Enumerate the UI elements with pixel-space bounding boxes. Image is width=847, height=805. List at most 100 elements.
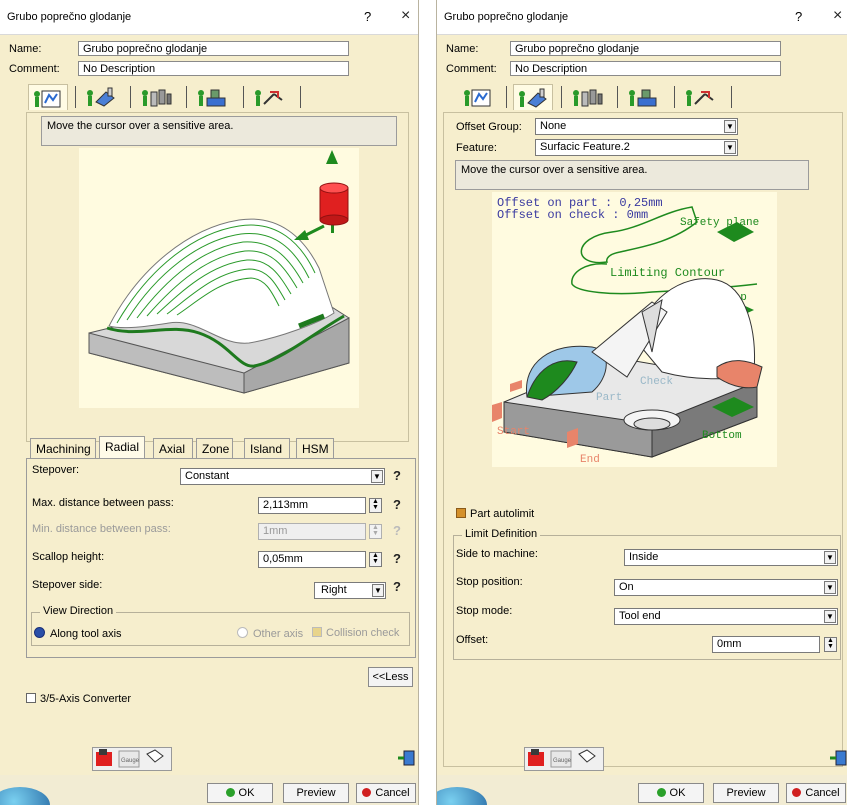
ok-icon xyxy=(225,788,235,797)
export-icon[interactable] xyxy=(830,749,847,767)
name-field[interactable]: Grubo poprečno glodanje xyxy=(78,41,349,56)
scallop-height-help-icon[interactable]: ? xyxy=(393,551,401,566)
offset-on-check-text: Offset on check : 0mm xyxy=(497,208,648,222)
feature-label: Feature: xyxy=(456,142,497,154)
chevron-down-icon[interactable]: ▼ xyxy=(371,470,383,483)
stepover-side-select[interactable]: Right ▼ xyxy=(314,582,386,599)
preview-button[interactable]: Preview xyxy=(713,783,779,803)
tab-island[interactable]: Island xyxy=(244,438,290,458)
tab-radial[interactable]: Radial xyxy=(99,436,145,458)
export-icon[interactable] xyxy=(398,749,416,767)
stepover-side-help-icon[interactable]: ? xyxy=(393,579,401,594)
tab-feeds-speeds[interactable] xyxy=(624,84,664,110)
offset-field[interactable]: 0mm xyxy=(712,636,820,653)
radial-diagram[interactable] xyxy=(79,148,359,408)
tab-feeds-speeds[interactable] xyxy=(193,84,233,110)
stepover-side-value: Right xyxy=(321,584,347,596)
tab-macros[interactable] xyxy=(250,84,290,110)
max-distance-help-icon[interactable]: ? xyxy=(393,497,401,512)
chevron-down-icon[interactable]: ▼ xyxy=(724,141,736,154)
part-autolimit-checkbox[interactable]: Part autolimit xyxy=(456,508,534,520)
cancel-icon xyxy=(362,788,372,797)
cancel-button[interactable]: Cancel xyxy=(356,783,416,803)
tab-geometry[interactable] xyxy=(82,84,122,110)
checkbox-icon xyxy=(312,627,322,637)
stop-mode-value: Tool end xyxy=(619,610,661,622)
tab-machining[interactable]: Machining xyxy=(30,438,96,458)
along-tool-axis-radio[interactable]: Along tool axis xyxy=(34,627,122,640)
check-text: Check xyxy=(640,376,673,388)
tab-strategy[interactable] xyxy=(459,84,499,110)
chevron-down-icon[interactable]: ▼ xyxy=(824,551,836,564)
info-message: Move the cursor over a sensitive area. xyxy=(455,160,809,190)
feature-select[interactable]: Surfacic Feature.2 ▼ xyxy=(535,139,738,156)
svg-text:Gauge: Gauge xyxy=(121,758,140,764)
stepover-label: Stepover: xyxy=(32,464,80,476)
strategy-tab-icon xyxy=(34,90,61,108)
scallop-height-field[interactable]: 0,05mm xyxy=(258,551,366,568)
offset-spinner[interactable]: ▲ ▼ xyxy=(824,637,837,652)
chevron-down-icon[interactable]: ▼ xyxy=(372,584,384,597)
comment-label: Comment: xyxy=(446,63,497,75)
left-dialog: Grubo poprečno glodanje ? × Name: Grubo … xyxy=(0,0,419,805)
help-button[interactable]: ? xyxy=(364,9,371,24)
replay-tools-icons[interactable]: Gauge xyxy=(525,748,603,770)
stepover-help-icon[interactable]: ? xyxy=(393,468,401,483)
tab-geometry[interactable] xyxy=(513,84,553,110)
tab-tool[interactable] xyxy=(568,84,608,110)
offset-group-select[interactable]: None ▼ xyxy=(535,118,738,135)
limit-definition-title: Limit Definition xyxy=(462,528,541,540)
side-to-machine-select[interactable]: Inside ▼ xyxy=(624,549,838,566)
stepover-select[interactable]: Constant ▼ xyxy=(180,468,385,485)
bottom-text: Bottom xyxy=(702,430,742,442)
close-button[interactable]: × xyxy=(833,7,842,25)
min-distance-help-icon: ? xyxy=(393,523,401,538)
tab-strategy[interactable] xyxy=(28,84,68,110)
right-dialog: Grubo poprečno glodanje ? × Name: Grubo … xyxy=(436,0,847,805)
cancel-button[interactable]: Cancel xyxy=(786,783,846,803)
max-distance-spinner[interactable]: ▲ ▼ xyxy=(369,498,382,513)
cancel-icon xyxy=(792,788,802,797)
offset-label: Offset: xyxy=(456,634,489,646)
close-button[interactable]: × xyxy=(401,7,410,25)
feeds-speeds-tab-icon xyxy=(629,89,657,107)
macros-tab-icon xyxy=(255,90,283,106)
geometry-diagram[interactable]: Offset on part : 0,25mm Offset on check … xyxy=(492,192,777,467)
less-button[interactable]: <<Less xyxy=(368,667,413,687)
max-distance-label: Max. distance between pass: xyxy=(32,497,174,509)
chevron-down-icon[interactable]: ▼ xyxy=(824,581,836,594)
ok-button[interactable]: OK xyxy=(207,783,273,803)
max-distance-field[interactable]: 2,113mm xyxy=(258,497,366,514)
chevron-down-icon[interactable]: ▼ xyxy=(824,610,836,623)
converter-checkbox[interactable]: 3/5-Axis Converter xyxy=(26,693,131,705)
tab-axial[interactable]: Axial xyxy=(153,438,193,458)
scallop-height-label: Scallop height: xyxy=(32,551,105,563)
preview-button[interactable]: Preview xyxy=(283,783,349,803)
geometry-tab-icon xyxy=(87,87,115,107)
comment-field[interactable]: No Description xyxy=(78,61,349,76)
tab-hsm[interactable]: HSM xyxy=(296,438,334,458)
radio-icon xyxy=(237,627,248,638)
name-label: Name: xyxy=(446,43,479,55)
chevron-down-icon[interactable]: ▼ xyxy=(724,120,736,133)
geometry-tab-icon xyxy=(519,88,547,108)
tab-macros[interactable] xyxy=(681,84,721,110)
help-button[interactable]: ? xyxy=(795,9,802,24)
comment-field[interactable]: No Description xyxy=(510,61,781,76)
name-field[interactable]: Grubo poprečno glodanje xyxy=(510,41,781,56)
scallop-height-spinner[interactable]: ▲ ▼ xyxy=(369,552,382,567)
ok-button[interactable]: OK xyxy=(638,783,704,803)
min-distance-label: Min. distance between pass: xyxy=(32,523,171,535)
comment-label: Comment: xyxy=(9,63,60,75)
tab-tool[interactable] xyxy=(137,84,177,110)
feature-value: Surfacic Feature.2 xyxy=(540,141,630,153)
stop-mode-select[interactable]: Tool end ▼ xyxy=(614,608,838,625)
replay-tools-icons[interactable]: Gauge xyxy=(93,748,171,770)
view-direction-title: View Direction xyxy=(40,605,117,617)
stop-position-select[interactable]: On ▼ xyxy=(614,579,838,596)
tab-zone[interactable]: Zone xyxy=(196,438,233,458)
stop-position-label: Stop position: xyxy=(456,576,523,588)
window-title: Grubo poprečno glodanje xyxy=(444,11,569,23)
side-to-machine-value: Inside xyxy=(629,551,659,563)
title-bar: Grubo poprečno glodanje ? × xyxy=(437,0,847,35)
